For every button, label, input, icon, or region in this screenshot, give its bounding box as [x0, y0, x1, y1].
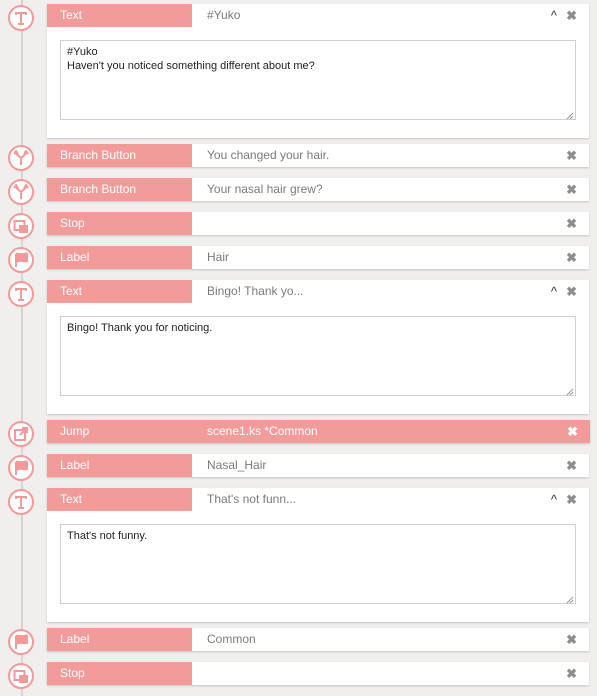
resize-handle[interactable]	[566, 110, 574, 120]
flag-icon	[8, 247, 34, 273]
command-summary: Bingo! Thank yo...	[207, 284, 304, 298]
delete-button[interactable]: ✖	[566, 628, 577, 651]
command-type-label: Label	[47, 246, 192, 269]
command-summary: Common	[207, 632, 256, 646]
command-summary: That's not funn...	[207, 492, 297, 506]
command-type-label: Label	[47, 628, 192, 651]
command-row-text[interactable]: Text Bingo! Thank yo... ^ ✖ Bingo! Thank…	[47, 280, 589, 414]
resize-handle[interactable]	[566, 386, 574, 396]
collapse-button[interactable]: ^	[551, 4, 557, 27]
delete-button[interactable]: ✖	[566, 4, 577, 27]
command-type-label: Text	[47, 280, 192, 303]
timeline-line	[21, 0, 23, 696]
delete-button[interactable]: ✖	[567, 420, 578, 443]
command-row-label[interactable]: Label Hair ✖	[47, 246, 589, 269]
command-summary: You changed your hair.	[207, 148, 330, 162]
command-type-label: Label	[47, 454, 192, 477]
text-editor[interactable]: #Yuko Haven't you noticed something diff…	[60, 40, 576, 120]
command-summary: #Yuko	[207, 8, 241, 22]
command-row-branch-button[interactable]: Branch Button You changed your hair. ✖	[47, 144, 589, 167]
command-type-label: Branch Button	[47, 144, 192, 167]
flag-icon	[8, 455, 34, 481]
delete-button[interactable]: ✖	[566, 212, 577, 235]
delete-button[interactable]: ✖	[566, 144, 577, 167]
command-type-label: Stop	[47, 662, 192, 685]
command-row-text[interactable]: Text That's not funn... ^ ✖ That's not f…	[47, 488, 589, 622]
command-type-label: Jump	[47, 420, 192, 443]
command-row-branch-button[interactable]: Branch Button Your nasal hair grew? ✖	[47, 178, 589, 201]
delete-button[interactable]: ✖	[566, 246, 577, 269]
flag-icon	[8, 629, 34, 655]
branch-icon	[8, 145, 34, 171]
command-summary: Your nasal hair grew?	[207, 182, 323, 196]
command-summary: scene1.ks *Common	[207, 424, 318, 438]
delete-button[interactable]: ✖	[566, 280, 577, 303]
command-row-label[interactable]: Label Nasal_Hair ✖	[47, 454, 589, 477]
delete-button[interactable]: ✖	[566, 662, 577, 685]
text-icon	[8, 5, 34, 31]
text-icon	[8, 489, 34, 515]
command-summary: Hair	[207, 250, 230, 264]
collapse-button[interactable]: ^	[551, 488, 557, 511]
collapse-button[interactable]: ^	[551, 280, 557, 303]
command-row-jump[interactable]: Jump scene1.ks *Common ✖	[47, 420, 590, 443]
resize-handle[interactable]	[566, 594, 574, 604]
delete-button[interactable]: ✖	[566, 454, 577, 477]
delete-button[interactable]: ✖	[566, 178, 577, 201]
text-editor[interactable]: Bingo! Thank you for noticing.	[60, 316, 576, 396]
delete-button[interactable]: ✖	[566, 488, 577, 511]
stop-icon	[8, 213, 34, 239]
branch-icon	[8, 179, 34, 205]
command-type-label: Stop	[47, 212, 192, 235]
stop-icon	[8, 663, 34, 689]
command-row-label[interactable]: Label Common ✖	[47, 628, 589, 651]
command-summary: Nasal_Hair	[207, 458, 267, 472]
jump-icon	[8, 421, 34, 447]
command-row-text[interactable]: Text #Yuko ^ ✖ #Yuko Haven't you noticed…	[47, 4, 589, 138]
command-row-stop[interactable]: Stop ✖	[47, 212, 589, 235]
text-icon	[8, 281, 34, 307]
text-editor[interactable]: That's not funny.	[60, 524, 576, 604]
command-row-stop[interactable]: Stop ✖	[47, 662, 589, 685]
command-type-label: Branch Button	[47, 178, 192, 201]
command-type-label: Text	[47, 4, 192, 27]
command-type-label: Text	[47, 488, 192, 511]
